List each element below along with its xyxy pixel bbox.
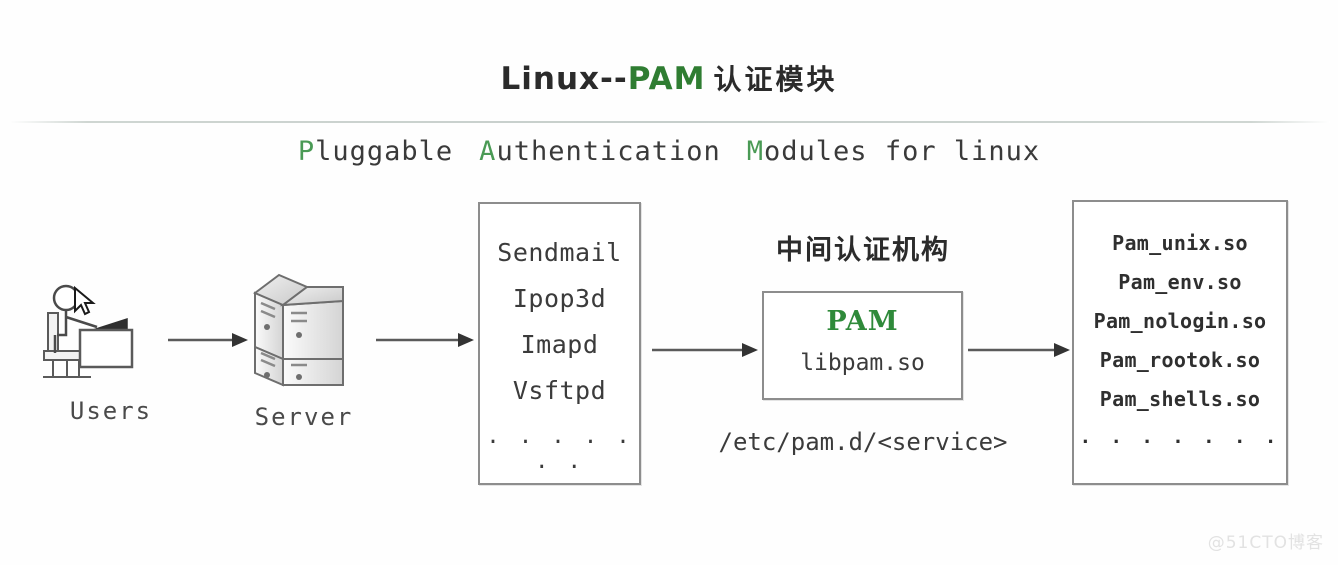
server-label: Server [254,403,354,431]
modules-ellipsis: . . . . . . . [1079,426,1281,448]
list-item: Imapd [520,330,599,359]
modules-list: Pam_unix.so Pam_env.so Pam_nologin.so Pa… [1074,202,1286,456]
list-item: Pam_unix.so [1112,231,1248,255]
users-label: Users [69,397,153,425]
subtitle-p-rest: luggable [315,136,454,167]
subtitle-m-initial: M [746,136,765,167]
list-item: Vsftpd [512,376,607,405]
title-chinese: 认证模块 [713,63,838,96]
arrow-pam-to-modules [968,343,1070,357]
user-at-desk-icon [43,284,134,378]
arrow-server-to-services [376,333,474,347]
header-divider [8,121,1330,123]
list-item: Sendmail [497,238,622,267]
server-node: Server [240,255,375,455]
users-node: Users [35,275,200,450]
page-title: Linux--PAM 认证模块 [0,58,1338,98]
list-item: Ipop3d [512,284,607,313]
arrow-services-to-pam [652,343,758,357]
pam-config-path: /etc/pam.d/<service> [718,428,1008,456]
mouse-pointer-icon [74,285,96,316]
title-main: Linux-- [500,61,628,97]
list-item: Pam_rootok.so [1099,348,1261,372]
subtitle-a-initial: A [479,136,497,167]
list-item: Pam_nologin.so [1093,309,1267,333]
services-box: Sendmail Ipop3d Imapd Vsftpd . . . . . .… [478,202,641,485]
modules-box: Pam_unix.so Pam_env.so Pam_nologin.so Pa… [1072,200,1288,485]
pam-box: PAM libpam.so [762,291,963,400]
title-accent: PAM [627,61,706,97]
subtitle-m-rest: odules for linux [764,136,1041,167]
pam-heading: 中间认证机构 [776,235,950,266]
server-rack-icon [253,273,344,387]
pam-box-library: libpam.so [800,350,925,376]
diagram-canvas: Linux--PAM 认证模块 Pluggable Authentication Mo… [0,0,1338,565]
services-ellipsis: . . . . . . . [486,424,633,474]
list-item: Pam_shells.so [1099,387,1261,411]
arrow-users-to-server [168,333,248,347]
pam-box-title: PAM [826,306,899,337]
services-list: Sendmail Ipop3d Imapd Vsftpd . . . . . .… [480,204,639,483]
subtitle-p-initial: P [297,136,316,167]
subtitle-a-rest: uthentication [496,136,721,167]
page-subtitle: Pluggable Authentication Modules for linux [0,136,1338,167]
list-item: Pam_env.so [1118,270,1242,294]
watermark: @51CTO博客 [1207,533,1324,553]
